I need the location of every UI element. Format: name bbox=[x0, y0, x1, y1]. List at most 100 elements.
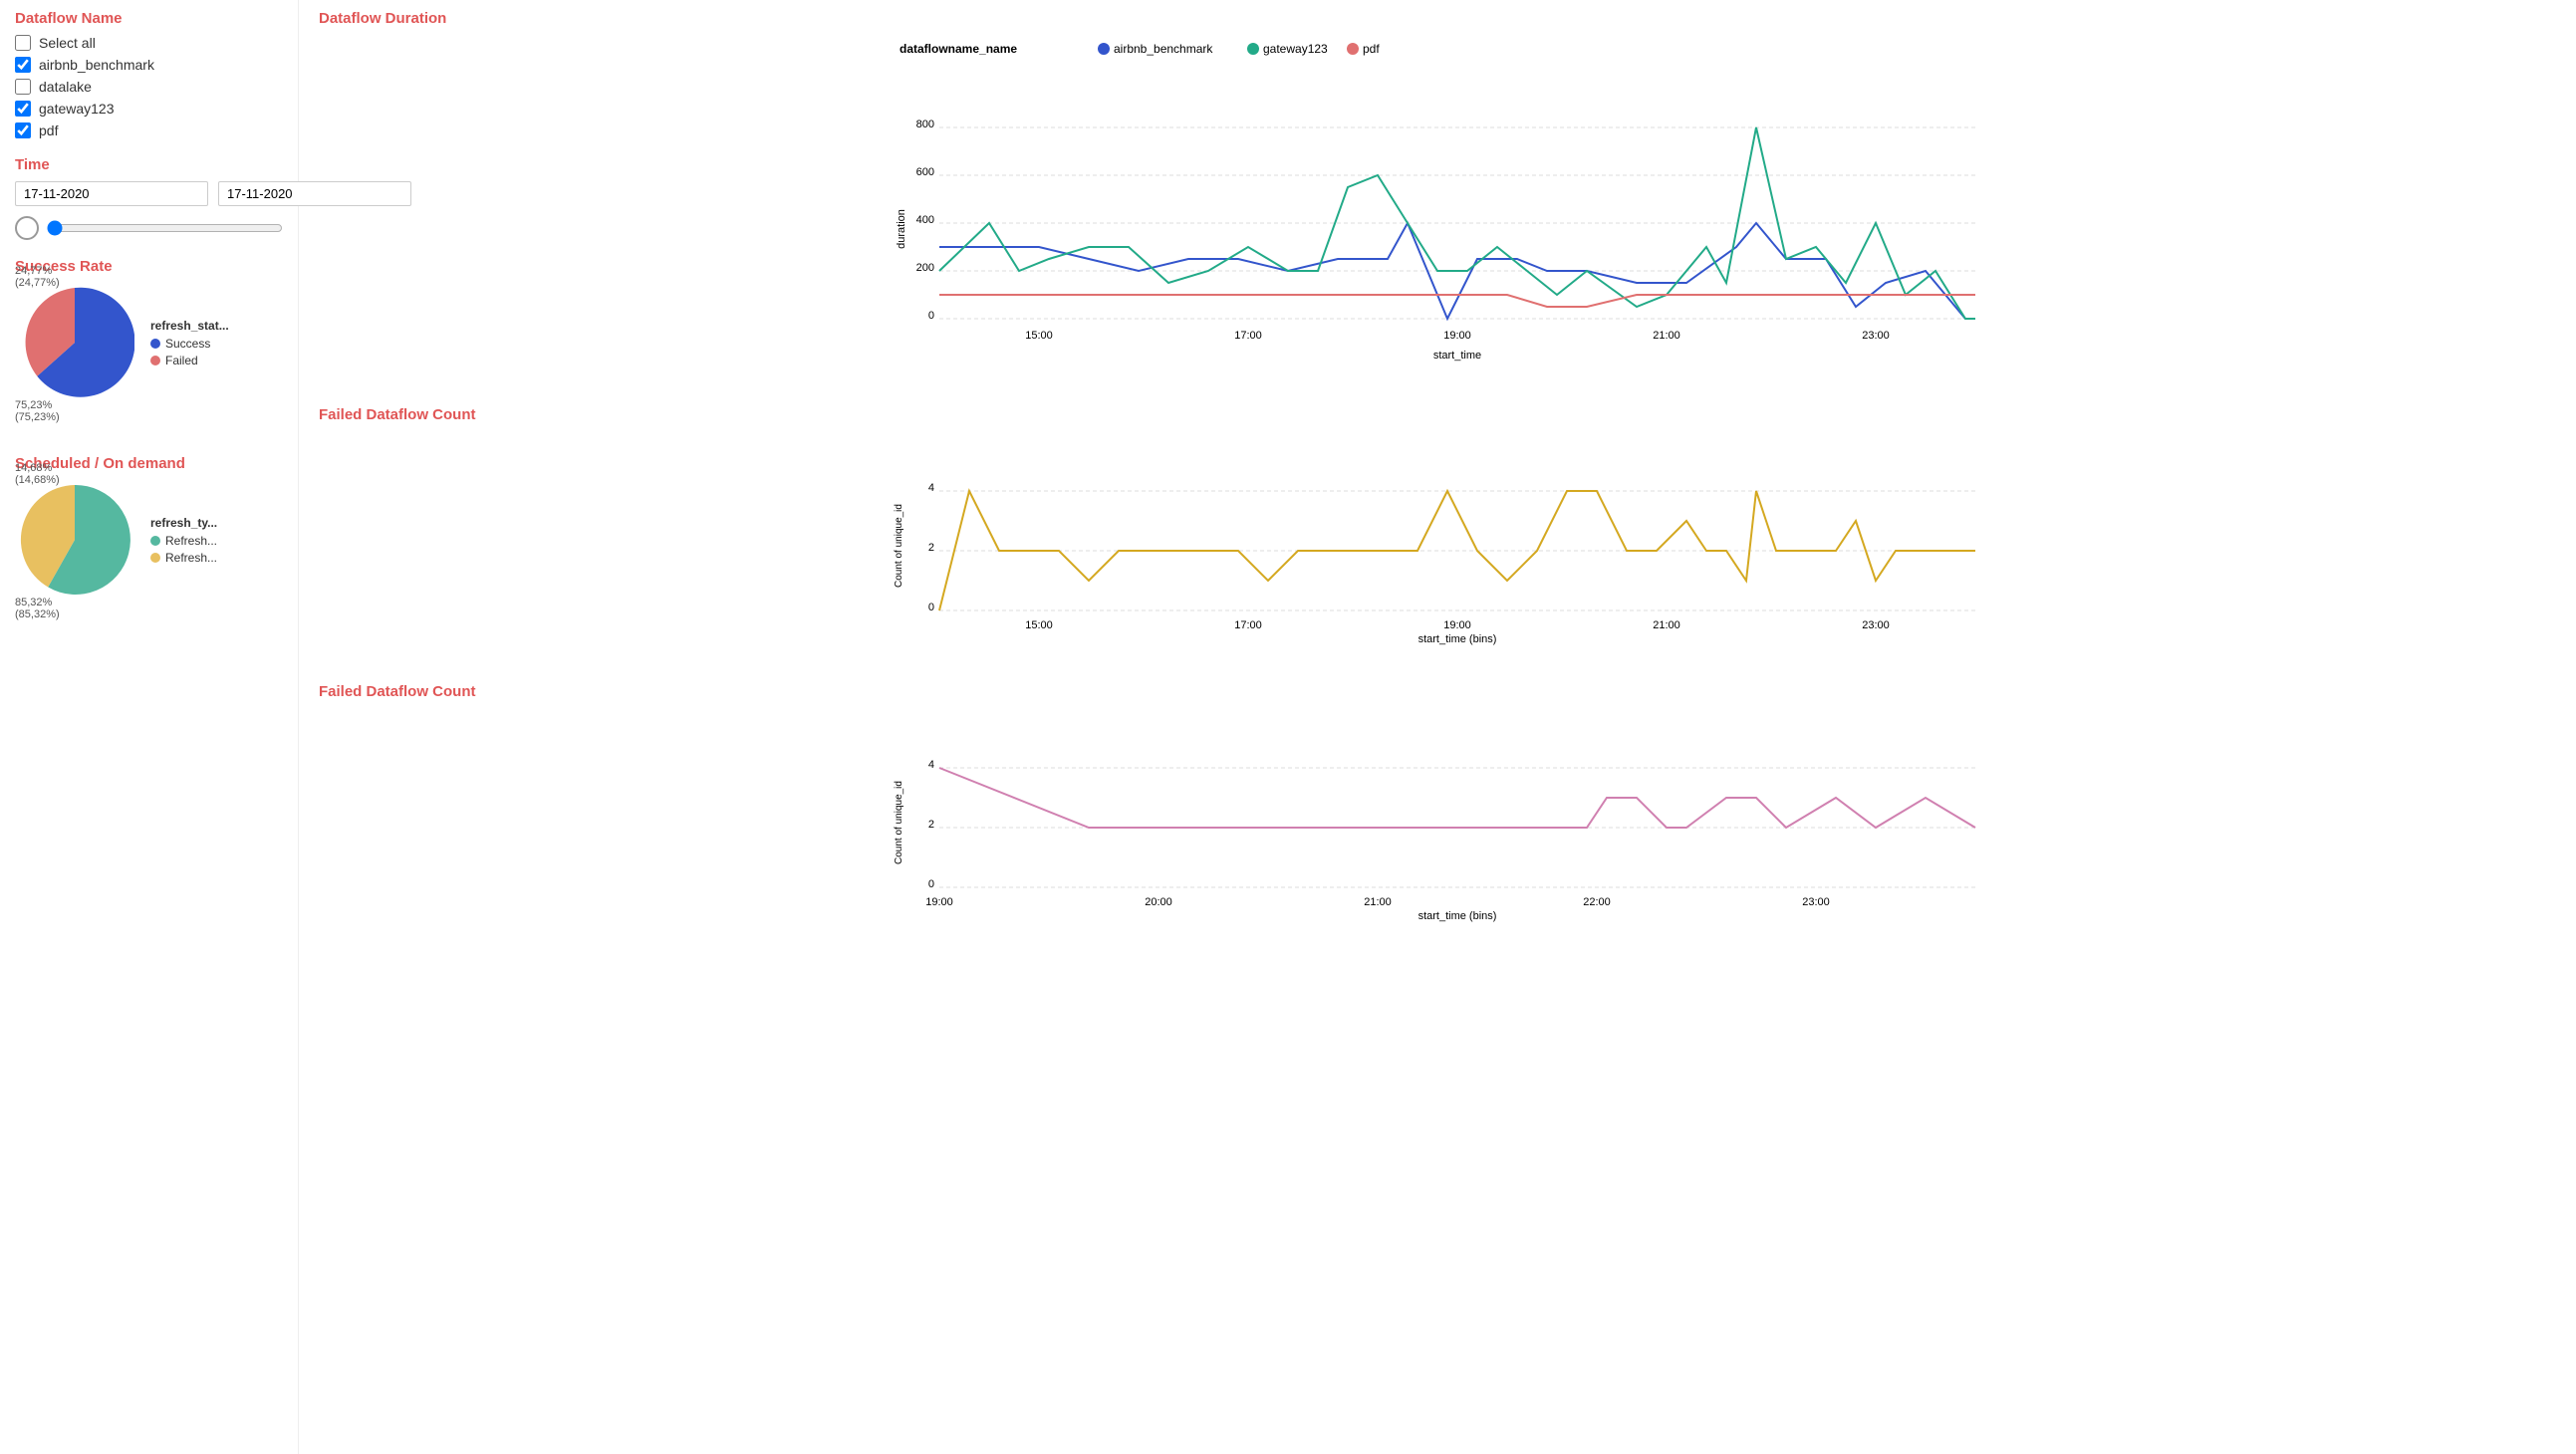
x1-tick-1900: 19:00 bbox=[1443, 619, 1471, 631]
time-section: Time bbox=[15, 156, 283, 240]
x1-tick-2300: 23:00 bbox=[1862, 619, 1890, 631]
failed-chart1-section: Failed Dataflow Count Count of unique_id… bbox=[319, 406, 2556, 653]
time-slider[interactable] bbox=[47, 220, 283, 236]
failed-chart1-svg: Count of unique_id 0 2 4 15:00 17:00 19:… bbox=[319, 431, 2556, 650]
date-inputs bbox=[15, 181, 283, 206]
select-all-label: Select all bbox=[39, 35, 96, 51]
failed-chart2-svg: Count of unique_id 0 2 4 19:00 20:00 21:… bbox=[319, 708, 2556, 927]
scheduled-section: Scheduled / On demand 14,68%(14,68%) 85,… bbox=[15, 455, 283, 603]
legend-airbnb-text: airbnb_benchmark bbox=[1114, 42, 1213, 56]
legend-gateway-text: gateway123 bbox=[1263, 42, 1328, 56]
slider-handle[interactable] bbox=[15, 216, 39, 240]
refresh1-dot bbox=[150, 536, 160, 546]
y2-tick-2: 2 bbox=[928, 819, 934, 831]
success-label: Success bbox=[165, 337, 210, 351]
y1-tick-2: 2 bbox=[928, 542, 934, 554]
dataflow-section-title: Dataflow Name bbox=[15, 10, 283, 27]
y-tick-200: 200 bbox=[916, 262, 934, 274]
scheduled-pie-chart bbox=[15, 480, 134, 600]
main-content: Dataflow Duration dataflowname_name airb… bbox=[299, 0, 2576, 1454]
success-dot bbox=[150, 339, 160, 349]
legend-pdf-text: pdf bbox=[1363, 42, 1380, 56]
success-rate-pie-wrapper: 24,77%(24,77%) 75,23%(75,23%) refresh_st… bbox=[15, 283, 283, 405]
legend-refresh1: Refresh... bbox=[150, 534, 217, 548]
success-pct-label: 75,23%(75,23%) bbox=[15, 399, 60, 423]
x2-axis-label: start_time (bins) bbox=[1418, 910, 1497, 922]
x2-tick-1900: 19:00 bbox=[925, 896, 953, 908]
y2-tick-0: 0 bbox=[928, 878, 934, 890]
scheduled-pie-container: 14,68%(14,68%) 85,32%(85,32%) bbox=[15, 480, 134, 603]
failed-chart2-section: Failed Dataflow Count Count of unique_id… bbox=[319, 683, 2556, 930]
checkbox-gateway[interactable]: gateway123 bbox=[15, 101, 283, 117]
slider-container bbox=[15, 216, 283, 240]
duration-chart-svg: dataflowname_name airbnb_benchmark gatew… bbox=[319, 35, 2556, 373]
checkbox-datalake-input[interactable] bbox=[15, 79, 31, 95]
legend-gateway-dot bbox=[1247, 43, 1259, 55]
y-label-1: Count of unique_id bbox=[894, 504, 904, 588]
x1-axis-label: start_time (bins) bbox=[1418, 633, 1497, 645]
x1-tick-1700: 17:00 bbox=[1234, 619, 1262, 631]
checkbox-airbnb[interactable]: airbnb_benchmark bbox=[15, 57, 283, 73]
duration-chart-section: Dataflow Duration dataflowname_name airb… bbox=[319, 10, 2556, 376]
y-axis-label: duration bbox=[896, 209, 907, 249]
legend-success: Success bbox=[150, 337, 229, 351]
y-tick-0: 0 bbox=[928, 310, 934, 322]
select-all-item[interactable]: Select all bbox=[15, 35, 283, 51]
y2-tick-4: 4 bbox=[928, 759, 934, 771]
checkbox-pdf-input[interactable] bbox=[15, 122, 31, 138]
failed-chart1-title: Failed Dataflow Count bbox=[319, 406, 2556, 423]
x1-tick-1500: 15:00 bbox=[1025, 619, 1053, 631]
checkbox-datalake-label: datalake bbox=[39, 79, 92, 95]
refresh2-dot bbox=[150, 553, 160, 563]
x1-tick-2100: 21:00 bbox=[1653, 619, 1680, 631]
x-axis-label: start_time bbox=[1433, 350, 1481, 362]
x-tick-1700: 17:00 bbox=[1234, 330, 1262, 342]
success-pie-container: 24,77%(24,77%) 75,23%(75,23%) bbox=[15, 283, 134, 405]
failed-chart2-title: Failed Dataflow Count bbox=[319, 683, 2556, 700]
time-title: Time bbox=[15, 156, 283, 173]
success-rate-section: Success Rate 24,77%(24,77%) 75,23%(75,23… bbox=[15, 258, 283, 405]
refresh-type-label: refresh_ty... bbox=[150, 516, 217, 530]
legend-airbnb-dot bbox=[1098, 43, 1110, 55]
x2-tick-2000: 20:00 bbox=[1145, 896, 1172, 908]
refresh1-label: Refresh... bbox=[165, 534, 217, 548]
x2-tick-2100: 21:00 bbox=[1364, 896, 1392, 908]
success-legend: refresh_stat... Success Failed bbox=[150, 319, 229, 370]
checkbox-pdf[interactable]: pdf bbox=[15, 122, 283, 138]
x2-tick-2300: 23:00 bbox=[1802, 896, 1830, 908]
legend-failed: Failed bbox=[150, 354, 229, 367]
y-tick-800: 800 bbox=[916, 119, 934, 130]
y-tick-400: 400 bbox=[916, 214, 934, 226]
legend-prefix: dataflowname_name bbox=[900, 42, 1017, 56]
x-tick-2300: 23:00 bbox=[1862, 330, 1890, 342]
checkbox-gateway-label: gateway123 bbox=[39, 101, 115, 117]
y1-tick-4: 4 bbox=[928, 482, 934, 494]
ondemand-pct-label: 14,68%(14,68%) bbox=[15, 462, 60, 486]
success-pie-chart bbox=[15, 283, 134, 402]
failed-dot bbox=[150, 356, 160, 365]
y-label-2: Count of unique_id bbox=[894, 781, 904, 864]
refresh-stat-label: refresh_stat... bbox=[150, 319, 229, 333]
failed-label: Failed bbox=[165, 354, 198, 367]
refresh2-label: Refresh... bbox=[165, 551, 217, 565]
checkbox-airbnb-label: airbnb_benchmark bbox=[39, 57, 154, 73]
checkbox-gateway-input[interactable] bbox=[15, 101, 31, 117]
checkbox-airbnb-input[interactable] bbox=[15, 57, 31, 73]
failed-pct-label: 24,77%(24,77%) bbox=[15, 265, 60, 289]
scheduled-legend: refresh_ty... Refresh... Refresh... bbox=[150, 516, 217, 568]
y1-tick-0: 0 bbox=[928, 602, 934, 613]
checkbox-datalake[interactable]: datalake bbox=[15, 79, 283, 95]
date-from-input[interactable] bbox=[15, 181, 208, 206]
x-tick-2100: 21:00 bbox=[1653, 330, 1680, 342]
x2-tick-2200: 22:00 bbox=[1583, 896, 1611, 908]
legend-refresh2: Refresh... bbox=[150, 551, 217, 565]
failed-line-2 bbox=[939, 768, 1975, 828]
checkbox-pdf-label: pdf bbox=[39, 122, 58, 138]
legend-pdf-dot bbox=[1347, 43, 1359, 55]
scheduled-pct-label: 85,32%(85,32%) bbox=[15, 597, 60, 620]
y-tick-600: 600 bbox=[916, 166, 934, 178]
scheduled-pie-wrapper: 14,68%(14,68%) 85,32%(85,32%) refresh_ty… bbox=[15, 480, 283, 603]
select-all-checkbox[interactable] bbox=[15, 35, 31, 51]
sidebar: Dataflow Name Select all airbnb_benchmar… bbox=[0, 0, 299, 1454]
duration-chart-title: Dataflow Duration bbox=[319, 10, 2556, 27]
